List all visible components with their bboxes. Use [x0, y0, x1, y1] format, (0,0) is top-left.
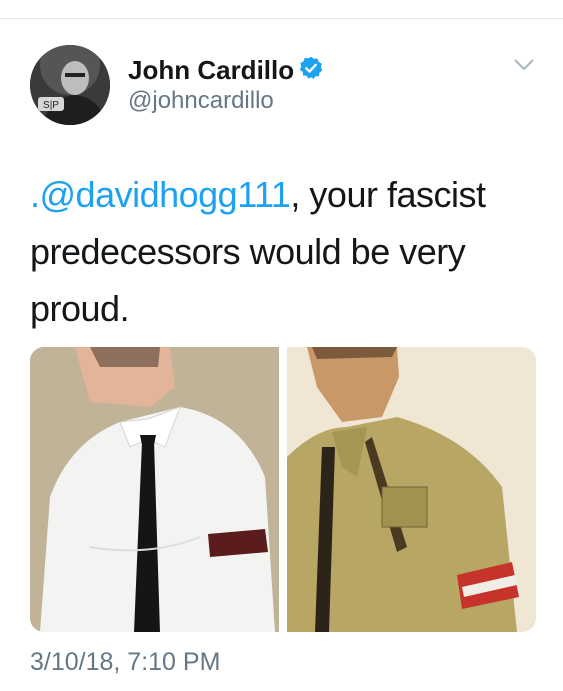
mention-link[interactable]: .@davidhogg111: [30, 174, 291, 215]
author-name[interactable]: John Cardillo: [128, 55, 294, 86]
chevron-down-icon[interactable]: [513, 58, 535, 72]
tweet-text: .@davidhogg111, your fascist predecessor…: [30, 166, 540, 337]
media-grid: [30, 347, 536, 632]
avatar-image: S|P: [30, 45, 110, 125]
tweet-timestamp[interactable]: 3/10/18, 7:10 PM: [30, 648, 220, 677]
avatar-badge-text: S|P: [43, 100, 59, 111]
verified-badge-icon: [299, 56, 323, 79]
photo-illustrated-uniform-armband[interactable]: [287, 347, 536, 632]
photo-student-armband[interactable]: [30, 347, 279, 632]
author-handle[interactable]: @johncardillo: [128, 87, 274, 115]
author-avatar[interactable]: S|P: [30, 45, 110, 125]
top-divider: [0, 18, 563, 19]
